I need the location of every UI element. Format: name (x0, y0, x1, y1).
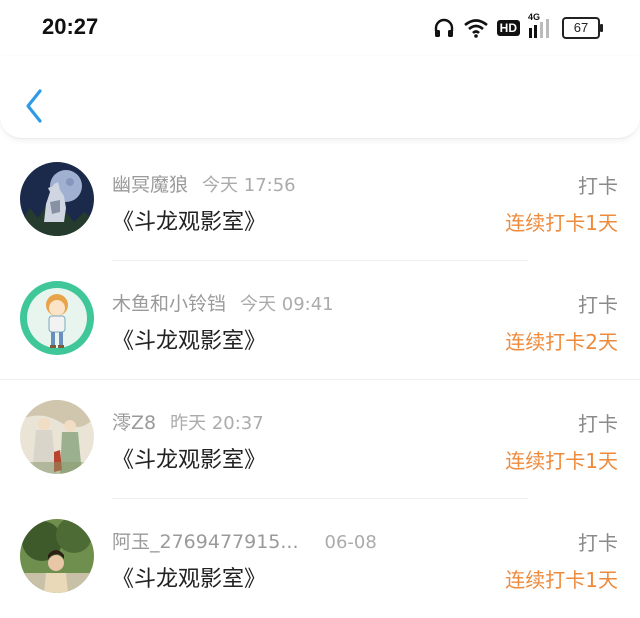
battery-icon: 67 (562, 17, 603, 39)
user-name[interactable]: 澪Z8 (112, 412, 156, 434)
checkin-title[interactable]: 《斗龙观影室》 (112, 442, 266, 474)
list-item[interactable]: 幽冥魔狼 今天 17:56 《斗龙观影室》 打卡 连续打卡1天 (0, 142, 640, 261)
status-bar: 20:27 HD 4G 67 (0, 0, 640, 56)
page-header (0, 56, 640, 139)
user-name[interactable]: 阿玉_2769477915... (112, 531, 299, 553)
user-line: 澪Z8 昨天 20:37 (112, 408, 264, 435)
avatar[interactable] (20, 162, 94, 236)
user-line: 阿玉_2769477915... 06-08 (112, 527, 377, 554)
avatar[interactable] (20, 281, 94, 355)
back-button[interactable] (20, 86, 50, 126)
headphones-icon (433, 18, 455, 38)
checkin-title[interactable]: 《斗龙观影室》 (112, 561, 266, 593)
list-item[interactable]: 澪Z8 昨天 20:37 《斗龙观影室》 打卡 连续打卡1天 (0, 380, 640, 499)
streak-label: 连续打卡1天 (505, 449, 618, 473)
checkin-time: 06-08 (324, 532, 377, 553)
user-line: 木鱼和小铃铛 今天 09:41 (112, 289, 334, 316)
status-time: 20:27 (42, 14, 99, 39)
wifi-icon (463, 18, 489, 38)
list-item[interactable]: 木鱼和小铃铛 今天 09:41 《斗龙观影室》 打卡 连续打卡2天 (0, 261, 640, 380)
status-icons: HD 4G 67 (433, 12, 603, 42)
avatar[interactable] (20, 519, 94, 593)
checkin-time: 昨天 20:37 (170, 413, 264, 434)
user-name[interactable]: 木鱼和小铃铛 (112, 293, 226, 315)
checkin-action[interactable]: 打卡 (578, 170, 618, 199)
hd-icon: HD (496, 20, 520, 36)
list-item[interactable]: 阿玉_2769477915... 06-08 《斗龙观影室》 打卡 连续打卡1天 (0, 499, 640, 618)
checkin-action[interactable]: 打卡 (578, 527, 618, 556)
streak-label: 连续打卡1天 (505, 211, 618, 235)
checkin-action[interactable]: 打卡 (578, 289, 618, 318)
checkin-action[interactable]: 打卡 (578, 408, 618, 437)
battery-level: 67 (573, 20, 589, 35)
signal-icon: 4G (528, 12, 554, 40)
checkin-title[interactable]: 《斗龙观影室》 (112, 204, 266, 236)
chevron-left-icon (26, 89, 42, 123)
checkin-time: 今天 17:56 (202, 175, 296, 196)
checkin-time: 今天 09:41 (240, 294, 334, 315)
avatar[interactable] (20, 400, 94, 474)
streak-label: 连续打卡2天 (505, 330, 618, 354)
user-name[interactable]: 幽冥魔狼 (112, 174, 188, 196)
user-line: 幽冥魔狼 今天 17:56 (112, 170, 296, 197)
checkin-list: 幽冥魔狼 今天 17:56 《斗龙观影室》 打卡 连续打卡1天 木鱼和小铃铛 今天 … (0, 142, 640, 618)
checkin-title[interactable]: 《斗龙观影室》 (112, 323, 266, 355)
streak-label: 连续打卡1天 (505, 568, 618, 592)
